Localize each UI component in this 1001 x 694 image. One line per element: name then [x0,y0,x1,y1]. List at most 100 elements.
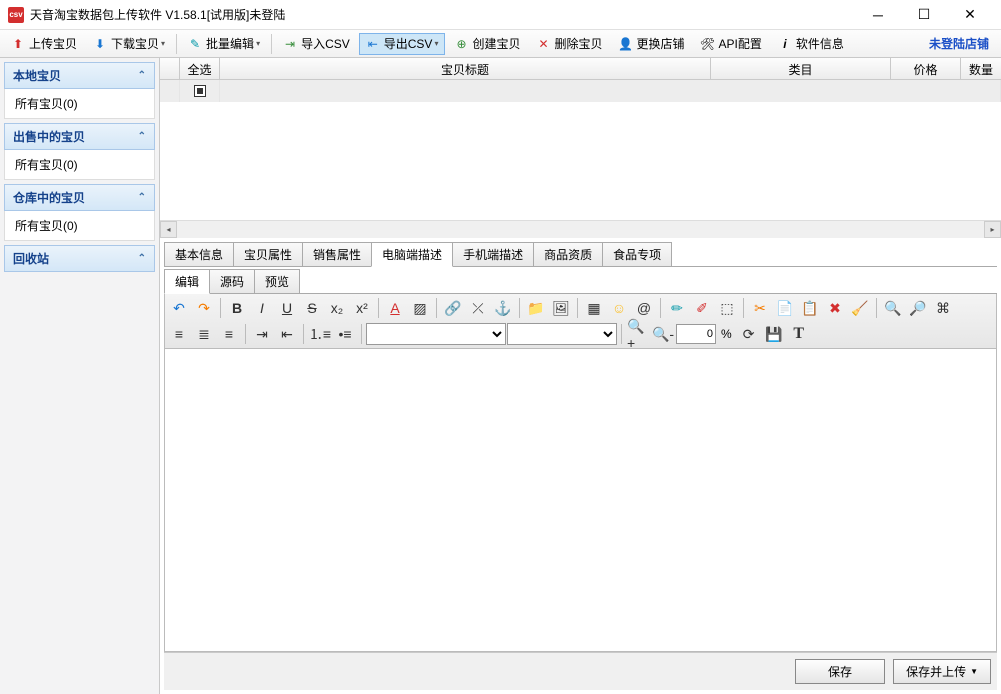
sidebar-item-all-warehouse[interactable]: 所有宝贝(0) [4,211,155,241]
editor-content[interactable] [164,349,997,652]
tab-pc-desc[interactable]: 电脑端描述 [371,242,453,267]
sidebar-header-recycle[interactable]: 回收站⌃ [4,245,155,272]
link-button[interactable]: 🔗 [441,296,465,320]
dropdown-icon: ▾ [434,39,438,48]
underline-button[interactable]: U [275,296,299,320]
align-right-button[interactable]: ≡ [217,322,241,346]
grid-col-title[interactable]: 宝贝标题 [220,58,711,79]
delete-button[interactable]: ✖ [823,296,847,320]
maximize-button[interactable]: ☐ [901,0,947,30]
export-csv-button[interactable]: ⇤导出CSV▾ [359,33,446,55]
subtab-source[interactable]: 源码 [209,269,255,293]
font-family-select[interactable] [366,323,506,345]
scroll-right-icon[interactable]: ▸ [984,221,1001,238]
import-csv-button[interactable]: ⇥导入CSV [276,33,357,55]
grid-col-selectall[interactable]: 全选 [180,58,220,79]
tab-quality[interactable]: 商品资质 [533,242,603,266]
sidebar-header-warehouse[interactable]: 仓库中的宝贝⌃ [4,184,155,211]
cut-button[interactable]: ✂ [748,296,772,320]
separator [303,324,304,344]
indent-button[interactable]: ⇥ [250,322,274,346]
zoom-out-button[interactable]: 🔍- [651,322,675,346]
close-button[interactable]: ✕ [947,0,993,30]
strikethrough-button[interactable]: S [300,296,324,320]
tab-basic-info[interactable]: 基本信息 [164,242,234,266]
export-icon: ⇤ [366,37,380,51]
paste-button[interactable]: 📋 [798,296,822,320]
grid-body[interactable] [160,80,1001,220]
align-left-button[interactable]: ≡ [167,322,191,346]
undo-button[interactable]: ↶ [167,296,191,320]
tools-icon: 🛠 [701,37,715,51]
tab-item-props[interactable]: 宝贝属性 [233,242,303,266]
zoom-input[interactable] [676,324,716,344]
scroll-left-icon[interactable]: ◂ [160,221,177,238]
font-size-select[interactable] [507,323,617,345]
sidebar-header-selling[interactable]: 出售中的宝贝⌃ [4,123,155,150]
refresh-button[interactable]: ⟳ [737,322,761,346]
subtab-preview[interactable]: 预览 [254,269,300,293]
highlight-button[interactable]: ✏ [665,296,689,320]
align-center-button[interactable]: ≣ [192,322,216,346]
sidebar-item-all-local[interactable]: 所有宝贝(0) [4,89,155,119]
code-button[interactable]: ⌘ [931,296,955,320]
sidebar-header-local[interactable]: 本地宝贝⌃ [4,62,155,89]
copy-button[interactable]: 📄 [773,296,797,320]
at-button[interactable]: @ [632,296,656,320]
software-info-button[interactable]: i软件信息 [771,33,851,55]
batch-edit-button[interactable]: ✎批量编辑▾ [181,33,267,55]
grid-cell [220,80,1001,102]
anchor-button[interactable]: ⚓ [491,296,515,320]
scroll-track[interactable] [177,221,984,238]
ordered-list-button[interactable]: ⒈≡ [308,322,332,346]
grid-row[interactable] [160,80,1001,102]
api-config-button[interactable]: 🛠API配置 [694,33,769,55]
find-button[interactable]: 🔍 [881,296,905,320]
outdent-button[interactable]: ⇤ [275,322,299,346]
smiley-button[interactable]: ☺ [607,296,631,320]
select-all-button[interactable]: ⬚ [715,296,739,320]
save-button[interactable]: 保存 [795,659,885,684]
grid-checkbox-cell[interactable] [180,80,220,102]
pencil-icon: ✎ [188,37,202,51]
tab-mobile-desc[interactable]: 手机端描述 [452,242,534,266]
grid-col-category[interactable]: 类目 [711,58,891,79]
grid-col-qty[interactable]: 数量 [961,58,1001,79]
separator [519,298,520,318]
unlink-button[interactable]: ⤫ [466,296,490,320]
italic-button[interactable]: I [250,296,274,320]
clear-format-button[interactable]: 🧹 [848,296,872,320]
login-status[interactable]: 未登陆店铺 [929,35,997,52]
redo-button[interactable]: ↷ [192,296,216,320]
bold-button[interactable]: B [225,296,249,320]
minimize-button[interactable]: ─ [855,0,901,30]
sidebar-item-all-selling[interactable]: 所有宝贝(0) [4,150,155,180]
save-disk-button[interactable]: 💾 [762,322,786,346]
upload-button[interactable]: ⬆上传宝贝 [4,33,84,55]
image-button[interactable]: 🖼 [549,296,573,320]
separator [245,324,246,344]
text-tool-button[interactable]: T [787,322,811,346]
switch-shop-button[interactable]: 👤更换店铺 [612,33,692,55]
tab-sale-props[interactable]: 销售属性 [302,242,372,266]
grid-col-price[interactable]: 价格 [891,58,961,79]
folder-button[interactable]: 📁 [524,296,548,320]
replace-button[interactable]: 🔎 [906,296,930,320]
marker-button[interactable]: ✐ [690,296,714,320]
create-button[interactable]: ⊕创建宝贝 [447,33,527,55]
font-color-button[interactable]: A [383,296,407,320]
table-button[interactable]: ▦ [582,296,606,320]
checkbox-icon[interactable] [194,85,206,97]
sidebar-title: 回收站 [13,250,49,267]
subtab-edit[interactable]: 编辑 [164,269,210,294]
subscript-button[interactable]: x₂ [325,296,349,320]
save-upload-button[interactable]: 保存并上传▼ [893,659,991,684]
tab-food[interactable]: 食品专项 [602,242,672,266]
superscript-button[interactable]: x² [350,296,374,320]
delete-button[interactable]: ✕删除宝贝 [529,33,609,55]
download-button[interactable]: ⬇下载宝贝▾ [86,33,172,55]
bg-color-button[interactable]: ▨ [408,296,432,320]
horizontal-scrollbar[interactable]: ◂ ▸ [160,220,1001,237]
zoom-in-button[interactable]: 🔍+ [626,322,650,346]
unordered-list-button[interactable]: •≡ [333,322,357,346]
